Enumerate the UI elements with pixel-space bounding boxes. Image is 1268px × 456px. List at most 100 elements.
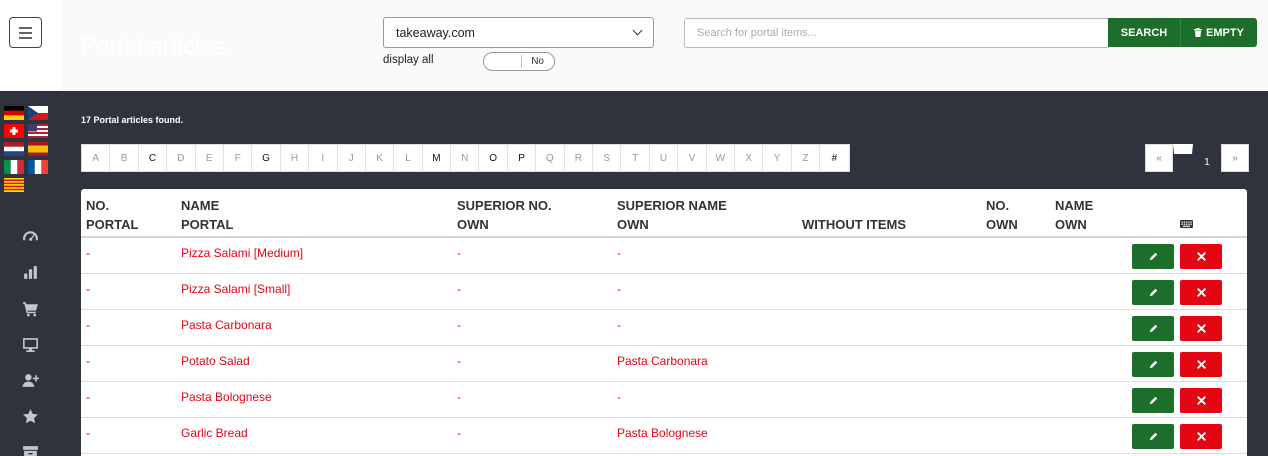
alphabet-letter[interactable]: C bbox=[139, 145, 168, 171]
alphabet-letter[interactable]: P bbox=[508, 145, 537, 171]
alphabet-letter[interactable]: S bbox=[593, 145, 622, 171]
delete-button[interactable] bbox=[1180, 280, 1222, 305]
flag-es-icon[interactable] bbox=[28, 142, 48, 156]
display-all-toggle[interactable]: No bbox=[483, 52, 555, 71]
flag-us-icon[interactable] bbox=[28, 124, 48, 138]
portal-select[interactable]: takeaway.com bbox=[383, 17, 654, 48]
alphabet-letter[interactable]: E bbox=[196, 145, 224, 171]
cell-superior-no-own: - bbox=[457, 282, 461, 296]
sidebar-nav bbox=[0, 218, 61, 456]
cell-no-portal: - bbox=[86, 390, 90, 404]
archive-icon[interactable] bbox=[0, 434, 61, 456]
alphabet-letter[interactable]: T bbox=[621, 145, 650, 171]
search-input[interactable] bbox=[684, 18, 1109, 48]
alphabet-letter[interactable]: H bbox=[281, 145, 310, 171]
alphabet-letter[interactable]: Q bbox=[536, 145, 565, 171]
alphabet-letter[interactable]: W bbox=[707, 145, 735, 171]
alphabet-letter[interactable]: F bbox=[224, 145, 253, 171]
table-row: - Pasta Bolognese - - bbox=[81, 382, 1247, 418]
pagination-gap bbox=[1173, 144, 1193, 172]
delete-button[interactable] bbox=[1180, 244, 1222, 269]
dashboard-icon[interactable] bbox=[0, 218, 61, 254]
table-row: - Potato Salad - Pasta Carbonara bbox=[81, 346, 1247, 382]
alphabet-letter[interactable]: K bbox=[366, 145, 395, 171]
toggle-value: No bbox=[531, 56, 544, 67]
column-header-superior-no-own[interactable]: SUPERIOR NO. OWN bbox=[457, 196, 552, 234]
alphabet-letter[interactable]: D bbox=[167, 145, 196, 171]
column-header-no-portal[interactable]: NO. PORTAL bbox=[86, 196, 138, 234]
alphabet-letter[interactable]: U bbox=[650, 145, 679, 171]
flag-ch-icon[interactable] bbox=[4, 124, 24, 138]
alphabet-letter[interactable]: M bbox=[423, 145, 452, 171]
empty-button[interactable]: EMPTY bbox=[1180, 18, 1257, 47]
cell-superior-name-own: - bbox=[617, 246, 621, 260]
delete-button[interactable] bbox=[1180, 316, 1222, 341]
flag-fr-icon[interactable] bbox=[28, 160, 48, 174]
page-title: Portal articles bbox=[80, 33, 226, 60]
cell-no-portal: - bbox=[86, 246, 90, 260]
alphabet-letter[interactable]: B bbox=[110, 145, 139, 171]
alphabet-letter[interactable]: O bbox=[479, 145, 508, 171]
cell-no-portal: - bbox=[86, 318, 90, 332]
column-header-name-portal[interactable]: NAME PORTAL bbox=[181, 196, 233, 234]
edit-button[interactable] bbox=[1132, 280, 1174, 305]
results-count: 17 Portal articles found. bbox=[81, 115, 184, 125]
cart-icon[interactable] bbox=[0, 290, 61, 326]
cell-superior-name-own: - bbox=[617, 318, 621, 332]
alphabet-letter[interactable]: L bbox=[394, 145, 423, 171]
close-icon bbox=[1196, 252, 1206, 261]
flag-cz-icon[interactable] bbox=[28, 106, 48, 120]
cell-no-portal: - bbox=[86, 354, 90, 368]
cell-superior-no-own: - bbox=[457, 318, 461, 332]
cell-superior-name-own: - bbox=[617, 282, 621, 296]
alphabet-letter[interactable]: R bbox=[565, 145, 594, 171]
alphabet-letter[interactable]: Y bbox=[763, 145, 792, 171]
pagination-next[interactable]: » bbox=[1221, 144, 1249, 172]
add-user-icon[interactable] bbox=[0, 362, 61, 398]
pencil-icon bbox=[1149, 288, 1157, 297]
alphabet-letter[interactable]: N bbox=[451, 145, 480, 171]
alphabet-letter[interactable]: # bbox=[820, 145, 848, 171]
delete-button[interactable] bbox=[1180, 352, 1222, 377]
cell-superior-no-own: - bbox=[457, 390, 461, 404]
bar-chart-icon[interactable] bbox=[0, 254, 61, 290]
edit-button[interactable] bbox=[1132, 424, 1174, 449]
alphabet-letter[interactable]: A bbox=[82, 145, 111, 171]
flag-it-icon[interactable] bbox=[4, 160, 24, 174]
menu-toggle-button[interactable] bbox=[9, 17, 42, 48]
table-header: NO. PORTAL NAME PORTAL SUPERIOR NO. OWN SUP… bbox=[81, 189, 1247, 238]
cell-superior-name-own: - bbox=[617, 390, 621, 404]
table-row: - Pizza Salami [Small] - - bbox=[81, 274, 1247, 310]
flag-de-icon[interactable] bbox=[4, 106, 24, 120]
column-header-superior-name-own[interactable]: SUPERIOR NAME OWN bbox=[617, 196, 727, 234]
edit-button[interactable] bbox=[1132, 316, 1174, 341]
cell-name-portal: Potato Salad bbox=[181, 354, 250, 368]
edit-button[interactable] bbox=[1132, 388, 1174, 413]
cell-name-portal: Pasta Carbonara bbox=[181, 318, 272, 332]
delete-button[interactable] bbox=[1180, 424, 1222, 449]
keyboard-icon[interactable] bbox=[1180, 220, 1193, 228]
edit-button[interactable] bbox=[1132, 244, 1174, 269]
cell-superior-name-own: Pasta Bolognese bbox=[617, 426, 708, 440]
cell-no-portal: - bbox=[86, 282, 90, 296]
cell-name-portal: Garlic Bread bbox=[181, 426, 248, 440]
flag-nl-icon[interactable] bbox=[4, 142, 24, 156]
pagination-prev[interactable]: « bbox=[1145, 144, 1173, 172]
monitor-icon[interactable] bbox=[0, 326, 61, 362]
alphabet-letter[interactable]: Z bbox=[792, 145, 821, 171]
star-icon[interactable] bbox=[0, 398, 61, 434]
column-header-name-own[interactable]: NAME OWN bbox=[1055, 196, 1093, 234]
alphabet-letter[interactable]: J bbox=[338, 145, 366, 171]
column-header-no-own[interactable]: NO. OWN bbox=[986, 196, 1018, 234]
search-button[interactable]: SEARCH bbox=[1108, 18, 1180, 47]
alphabet-letter[interactable]: X bbox=[735, 145, 764, 171]
column-header-without-items[interactable]: WITHOUT ITEMS bbox=[802, 196, 906, 234]
alphabet-letter[interactable]: V bbox=[678, 145, 707, 171]
cell-name-portal: Pasta Bolognese bbox=[181, 390, 272, 404]
edit-button[interactable] bbox=[1132, 352, 1174, 377]
delete-button[interactable] bbox=[1180, 388, 1222, 413]
flag-catalonia-icon[interactable] bbox=[4, 178, 24, 192]
alphabet-letter[interactable]: I bbox=[309, 145, 338, 171]
alphabet-letter[interactable]: G bbox=[252, 145, 281, 171]
pagination-current[interactable]: 1 bbox=[1193, 144, 1221, 172]
